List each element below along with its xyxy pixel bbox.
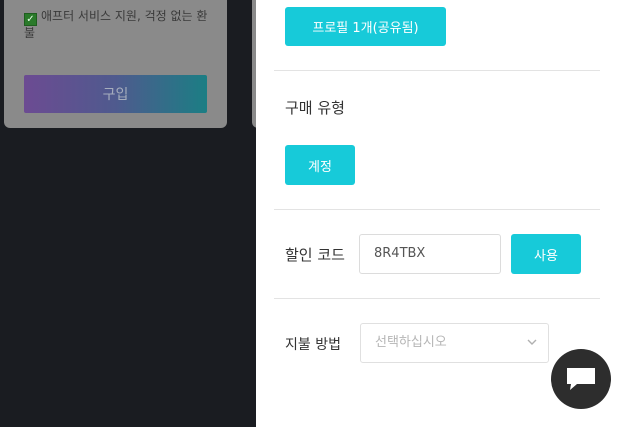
feature-text: 애프터 서비스 지원, 걱정 없는 환불 (24, 9, 208, 40)
divider (274, 298, 600, 299)
divider (274, 70, 600, 71)
purchase-type-label: 구매 유형 (285, 99, 345, 117)
coupon-label: 할인 코드 (285, 246, 345, 264)
chevron-down-icon (527, 339, 537, 345)
chat-button[interactable] (551, 349, 611, 409)
payment-method-label: 지불 방법 (285, 337, 341, 353)
checkbox-checked-icon: ✓ (24, 13, 37, 26)
coupon-input[interactable]: 8R4TBX (359, 234, 501, 274)
apply-coupon-button[interactable]: 사용 (511, 234, 581, 274)
account-type-button[interactable]: 계정 (285, 145, 355, 185)
chat-bubble-icon (567, 368, 595, 390)
profile-option-button[interactable]: 프로필 1개(공유됨) (285, 7, 446, 46)
feature-item: ✓ 애프터 서비스 지원, 걱정 없는 환불 (24, 9, 214, 41)
payment-method-placeholder: 선택하십시오 (375, 335, 447, 350)
divider (274, 209, 600, 210)
buy-button[interactable]: 구입 (24, 75, 207, 113)
payment-method-select[interactable]: 선택하십시오 (360, 323, 549, 363)
